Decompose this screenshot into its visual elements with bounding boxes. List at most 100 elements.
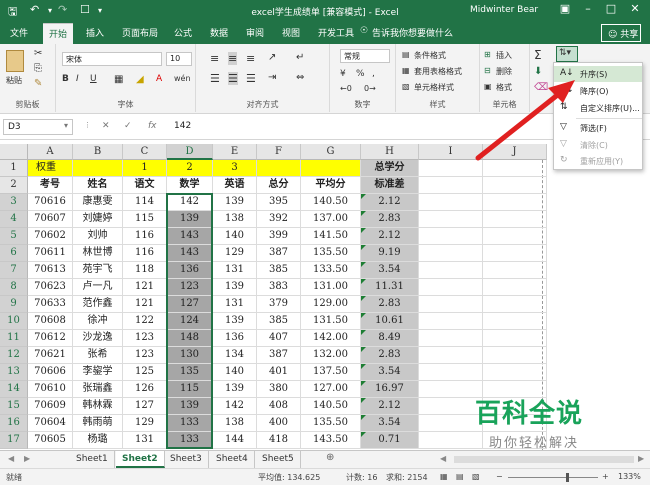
cell-h5[interactable]: 2.12	[361, 228, 419, 245]
cell-g7[interactable]: 133.50	[301, 262, 361, 279]
cell-f11[interactable]: 407	[257, 330, 301, 347]
cell-f7[interactable]: 385	[257, 262, 301, 279]
cell-h9[interactable]: 2.83	[361, 296, 419, 313]
tab-file[interactable]: 文件	[10, 26, 28, 39]
cell-e12[interactable]: 134	[213, 347, 257, 364]
next-sheet-icon[interactable]: ▶	[24, 454, 30, 463]
cell-f4[interactable]: 392	[257, 211, 301, 228]
share-button[interactable]: ☺ 共享	[601, 24, 641, 42]
cell-g17[interactable]: 143.50	[301, 432, 361, 449]
cell-g4[interactable]: 137.00	[301, 211, 361, 228]
column-header-a[interactable]: A	[28, 144, 73, 160]
sort-descending-item[interactable]: Z↓ 降序(O)	[554, 83, 642, 99]
cell-g12[interactable]: 132.00	[301, 347, 361, 364]
cell-b17[interactable]: 杨璐	[73, 432, 123, 449]
cell-c8[interactable]: 121	[123, 279, 167, 296]
new-doc-icon[interactable]: ☐	[80, 3, 90, 16]
cell-e17[interactable]: 144	[213, 432, 257, 449]
cell-h11[interactable]: 8.49	[361, 330, 419, 347]
cell-f12[interactable]: 387	[257, 347, 301, 364]
cell-a6[interactable]: 70611	[28, 245, 73, 262]
cell-b9[interactable]: 范作鑫	[73, 296, 123, 313]
cell-i11[interactable]	[419, 330, 483, 347]
column-header-d[interactable]: D	[167, 144, 213, 160]
sort-filter-button[interactable]: ⇅▾	[556, 46, 578, 62]
clear-icon[interactable]: ⌫	[534, 82, 548, 93]
cell-a14[interactable]: 70610	[28, 381, 73, 398]
cell-j12[interactable]	[483, 347, 547, 364]
cell-c17[interactable]: 131	[123, 432, 167, 449]
name-box-dropdown-icon[interactable]: ▾	[64, 121, 68, 130]
cell-c3[interactable]: 114	[123, 194, 167, 211]
cell-d2[interactable]: 数学	[167, 177, 213, 194]
column-header-j[interactable]: J	[483, 144, 547, 160]
add-sheet-icon[interactable]: ⊕	[326, 452, 334, 463]
sheet-tab-sheet4[interactable]: Sheet4	[210, 451, 255, 468]
merge-center-icon[interactable]: ⇔	[296, 72, 304, 83]
cell-h16[interactable]: 3.54	[361, 415, 419, 432]
cell-d3[interactable]: 142	[167, 194, 213, 211]
cell-c15[interactable]: 127	[123, 398, 167, 415]
customize-icon[interactable]: ▾	[98, 6, 102, 15]
cell-c9[interactable]: 121	[123, 296, 167, 313]
column-header-e[interactable]: E	[213, 144, 257, 160]
cell-b11[interactable]: 沙龙逸	[73, 330, 123, 347]
cell-g11[interactable]: 142.00	[301, 330, 361, 347]
select-all-corner[interactable]	[0, 144, 28, 160]
cell-e4[interactable]: 138	[213, 211, 257, 228]
cell-h15[interactable]: 2.12	[361, 398, 419, 415]
sheet-tab-sheet2[interactable]: Sheet2	[116, 451, 165, 468]
cell-j8[interactable]	[483, 279, 547, 296]
cell-d12[interactable]: 130	[167, 347, 213, 364]
cell-j13[interactable]	[483, 364, 547, 381]
column-header-i[interactable]: I	[419, 144, 483, 160]
row-header[interactable]: 14	[0, 381, 28, 398]
cell-j1[interactable]	[483, 160, 547, 177]
paste-label[interactable]: 粘贴	[6, 75, 22, 86]
undo-dropdown-icon[interactable]: ▾	[48, 6, 52, 15]
cell-b16[interactable]: 韩雨萌	[73, 415, 123, 432]
decrease-decimal-icon[interactable]: 0→	[364, 84, 376, 93]
hscroll-right-icon[interactable]: ▶	[638, 454, 644, 463]
copy-icon[interactable]: ⎘	[34, 63, 42, 74]
indent-icon[interactable]: ⇥	[268, 72, 276, 83]
table-format-button[interactable]: 套用表格格式	[414, 66, 462, 77]
cell-b13[interactable]: 李鋆学	[73, 364, 123, 381]
cell-b8[interactable]: 卢一凡	[73, 279, 123, 296]
cell-f1[interactable]	[257, 160, 301, 177]
cell-b4[interactable]: 刘婕婷	[73, 211, 123, 228]
conditional-format-button[interactable]: 条件格式	[414, 50, 446, 61]
cell-e13[interactable]: 140	[213, 364, 257, 381]
cell-d7[interactable]: 136	[167, 262, 213, 279]
align-middle-icon[interactable]: ≡	[228, 52, 238, 65]
comma-button[interactable]: ,	[372, 69, 375, 79]
tab-data[interactable]: 数据	[210, 26, 228, 39]
row-header[interactable]: 7	[0, 262, 28, 279]
cell-a11[interactable]: 70612	[28, 330, 73, 347]
row-header[interactable]: 6	[0, 245, 28, 262]
row-header[interactable]: 2	[0, 177, 28, 194]
row-header[interactable]: 8	[0, 279, 28, 296]
cell-g9[interactable]: 129.00	[301, 296, 361, 313]
cell-h17[interactable]: 0.71	[361, 432, 419, 449]
row-header[interactable]: 4	[0, 211, 28, 228]
cell-j11[interactable]	[483, 330, 547, 347]
cell-b12[interactable]: 张希	[73, 347, 123, 364]
cell-a7[interactable]: 70613	[28, 262, 73, 279]
cell-j5[interactable]	[483, 228, 547, 245]
wrap-text-icon[interactable]: ↵	[296, 52, 304, 63]
tab-page-layout[interactable]: 页面布局	[122, 26, 158, 39]
bold-button[interactable]: B	[62, 74, 69, 84]
tell-me-search[interactable]: 告诉我你想要做什么	[372, 26, 453, 39]
cell-h4[interactable]: 2.83	[361, 211, 419, 228]
row-header[interactable]: 5	[0, 228, 28, 245]
cell-h3[interactable]: 2.12	[361, 194, 419, 211]
column-header-g[interactable]: G	[301, 144, 361, 160]
cell-d17[interactable]: 133	[167, 432, 213, 449]
cell-c4[interactable]: 115	[123, 211, 167, 228]
cell-a9[interactable]: 70633	[28, 296, 73, 313]
cell-c5[interactable]: 116	[123, 228, 167, 245]
tab-insert[interactable]: 插入	[86, 26, 104, 39]
align-bottom-icon[interactable]: ≡	[246, 52, 255, 65]
column-header-f[interactable]: F	[257, 144, 301, 160]
